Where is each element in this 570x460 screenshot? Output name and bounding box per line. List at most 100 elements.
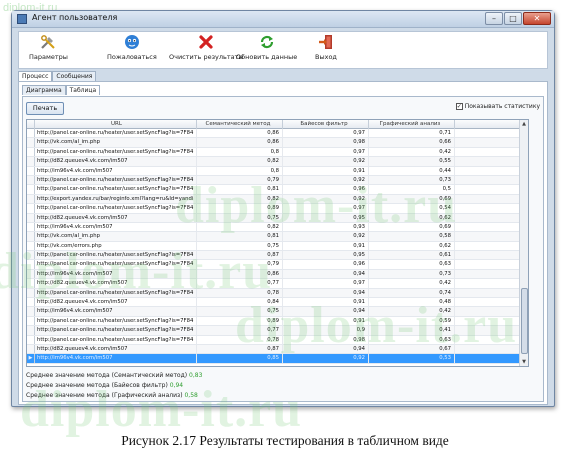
table-row[interactable]: http://panel.car-online.ru/heater/user.s… (27, 251, 528, 261)
table-row[interactable]: http://panel.car-online.ru/heater/user.s… (27, 185, 528, 195)
table-row[interactable]: http://panel.car-online.ru/heater/user.s… (27, 260, 528, 270)
table-row[interactable]: http://panel.car-online.ru/heater/user.s… (27, 129, 528, 139)
row-selector[interactable] (27, 222, 35, 232)
complain-button[interactable]: Пожаловаться (107, 34, 157, 61)
url-cell[interactable]: http://panel.car-online.ru/heater/user.s… (35, 326, 197, 335)
semantic-cell[interactable]: 0,79 (197, 260, 283, 269)
graphic-cell[interactable]: 0,44 (369, 166, 455, 175)
show-stats-checkbox[interactable]: ✓ (455, 103, 463, 110)
table-row[interactable]: http://d82.queuev4.vk.com/im507 0,75 0,95 0… (27, 213, 528, 223)
graphic-cell[interactable]: 0,62 (369, 213, 455, 222)
bayes-cell[interactable]: 0,92 (283, 157, 369, 166)
tab-diagram[interactable]: Диаграмма (22, 85, 66, 95)
row-selector[interactable] (27, 166, 35, 175)
clear-results-button[interactable]: Очистить результаты (169, 34, 244, 61)
row-selector[interactable] (27, 185, 35, 194)
semantic-cell[interactable]: 0,85 (197, 354, 283, 363)
semantic-cell[interactable]: 0,87 (197, 344, 283, 354)
settings-button[interactable]: Параметры (29, 34, 68, 61)
table-row[interactable]: http://im96v4.vk.com/im507 0,82 0,93 0,69 (27, 222, 528, 233)
tab-table[interactable]: Таблица (65, 85, 101, 95)
row-selector[interactable] (27, 241, 35, 251)
row-selector[interactable] (27, 213, 35, 222)
graphic-cell[interactable]: 0,59 (369, 316, 455, 326)
url-cell[interactable]: http://d82.queuev4.vk.com/im507 (35, 279, 197, 288)
row-selector[interactable] (27, 129, 35, 138)
show-stats-toggle[interactable]: ✓ Показывать статистику (455, 103, 540, 110)
row-selector[interactable] (27, 326, 35, 335)
semantic-cell[interactable]: 0,82 (197, 157, 283, 166)
graphic-cell[interactable]: 0,63 (369, 260, 455, 269)
graphic-cell[interactable]: 0,53 (369, 354, 455, 363)
bayes-cell[interactable]: 0,94 (283, 307, 369, 316)
semantic-cell[interactable]: 0,8 (197, 147, 283, 157)
semantic-cell[interactable]: 0,75 (197, 241, 283, 251)
semantic-cell[interactable]: 0,82 (197, 222, 283, 232)
row-selector[interactable] (27, 279, 35, 288)
bayes-cell[interactable]: 0,98 (283, 138, 369, 147)
bayes-cell[interactable]: 0,91 (283, 166, 369, 175)
table-row[interactable]: http://panel.car-online.ru/heater/user.s… (27, 335, 528, 345)
row-selector[interactable] (27, 232, 35, 241)
graphic-cell[interactable]: 0,54 (369, 204, 455, 213)
table-row[interactable]: http://d82.queuev4.vk.com/im507 0,77 0,97 0… (27, 279, 528, 289)
bayes-cell[interactable]: 0,94 (283, 288, 369, 298)
bayes-cell[interactable]: 0,91 (283, 241, 369, 251)
row-selector[interactable] (27, 260, 35, 269)
vertical-scrollbar[interactable]: ▲ ▼ (519, 120, 528, 366)
url-cell[interactable]: http://d82.queuev4.vk.com/im507 (35, 213, 197, 222)
table-row[interactable]: http://d82.queuev4.vk.com/im507 0,82 0,92 0… (27, 157, 528, 167)
table-row[interactable]: http://im96v4.vk.com/im507 0,8 0,91 0,44 (27, 166, 528, 176)
column-header-graphic[interactable]: Графический анализ (369, 120, 455, 129)
semantic-cell[interactable]: 0,77 (197, 279, 283, 288)
graphic-cell[interactable]: 0,42 (369, 147, 455, 157)
bayes-cell[interactable]: 0,9 (283, 326, 369, 335)
scroll-down-icon[interactable]: ▼ (520, 358, 528, 366)
graphic-cell[interactable]: 0,73 (369, 269, 455, 279)
bayes-cell[interactable]: 0,95 (283, 251, 369, 260)
row-selector[interactable] (27, 138, 35, 147)
graphic-cell[interactable]: 0,73 (369, 175, 455, 185)
graphic-cell[interactable]: 0,41 (369, 326, 455, 335)
url-cell[interactable]: http://im96v4.vk.com/im507 (35, 354, 197, 363)
url-cell[interactable]: http://panel.car-online.ru/heater/user.s… (35, 185, 197, 194)
semantic-cell[interactable]: 0,86 (197, 138, 283, 147)
scroll-thumb[interactable] (521, 288, 528, 354)
row-selector[interactable] (27, 316, 35, 326)
url-cell[interactable]: http://d82.queuev4.vk.com/im507 (35, 157, 197, 166)
graphic-cell[interactable]: 0,62 (369, 241, 455, 251)
tab-messages[interactable]: Сообщения (52, 71, 97, 81)
graphic-cell[interactable]: 0,58 (369, 232, 455, 241)
semantic-cell[interactable]: 0,77 (197, 326, 283, 335)
url-cell[interactable]: http://d82.queuev4.vk.com/im507 (35, 344, 197, 354)
bayes-cell[interactable]: 0,97 (283, 129, 369, 138)
row-selector[interactable] (27, 335, 35, 344)
table-row[interactable]: http://panel.car-online.ru/heater/user.s… (27, 147, 528, 158)
table-row[interactable]: http://vk.com/al_im.php 0,81 0,92 0,58 (27, 232, 528, 242)
bayes-cell[interactable]: 0,97 (283, 204, 369, 213)
column-header-url[interactable]: URL (35, 120, 197, 129)
row-selector[interactable] (27, 307, 35, 316)
semantic-cell[interactable]: 0,75 (197, 213, 283, 222)
graphic-cell[interactable]: 0,42 (369, 307, 455, 316)
semantic-cell[interactable]: 0,89 (197, 316, 283, 326)
url-cell[interactable]: http://panel.car-online.ru/heater/user.s… (35, 175, 197, 185)
row-selector[interactable] (27, 251, 35, 260)
url-cell[interactable]: http://vk.com/al_im.php (35, 232, 197, 241)
semantic-cell[interactable]: 0,84 (197, 298, 283, 307)
url-cell[interactable]: http://d82.queuev4.vk.com/im507 (35, 298, 197, 307)
scroll-up-icon[interactable]: ▲ (520, 120, 528, 128)
maximize-button[interactable]: □ (504, 12, 522, 25)
bayes-cell[interactable]: 0,96 (283, 260, 369, 269)
bayes-cell[interactable]: 0,92 (283, 175, 369, 185)
row-selector[interactable] (27, 344, 35, 354)
url-cell[interactable]: http://im96v4.vk.com/im507 (35, 222, 197, 232)
table-row[interactable]: http://vk.com/al_im.php 0,86 0,98 0,66 (27, 138, 528, 148)
url-cell[interactable]: http://vk.com/al_im.php (35, 138, 197, 147)
table-row[interactable]: http://panel.car-online.ru/heater/user.s… (27, 288, 528, 299)
bayes-cell[interactable]: 0,94 (283, 344, 369, 354)
table-row[interactable]: http://im96v4.vk.com/im507 0,86 0,94 0,73 (27, 269, 528, 280)
bayes-cell[interactable]: 0,96 (283, 185, 369, 194)
url-cell[interactable]: http://panel.car-online.ru/heater/user.s… (35, 335, 197, 344)
row-selector[interactable] (27, 194, 35, 204)
